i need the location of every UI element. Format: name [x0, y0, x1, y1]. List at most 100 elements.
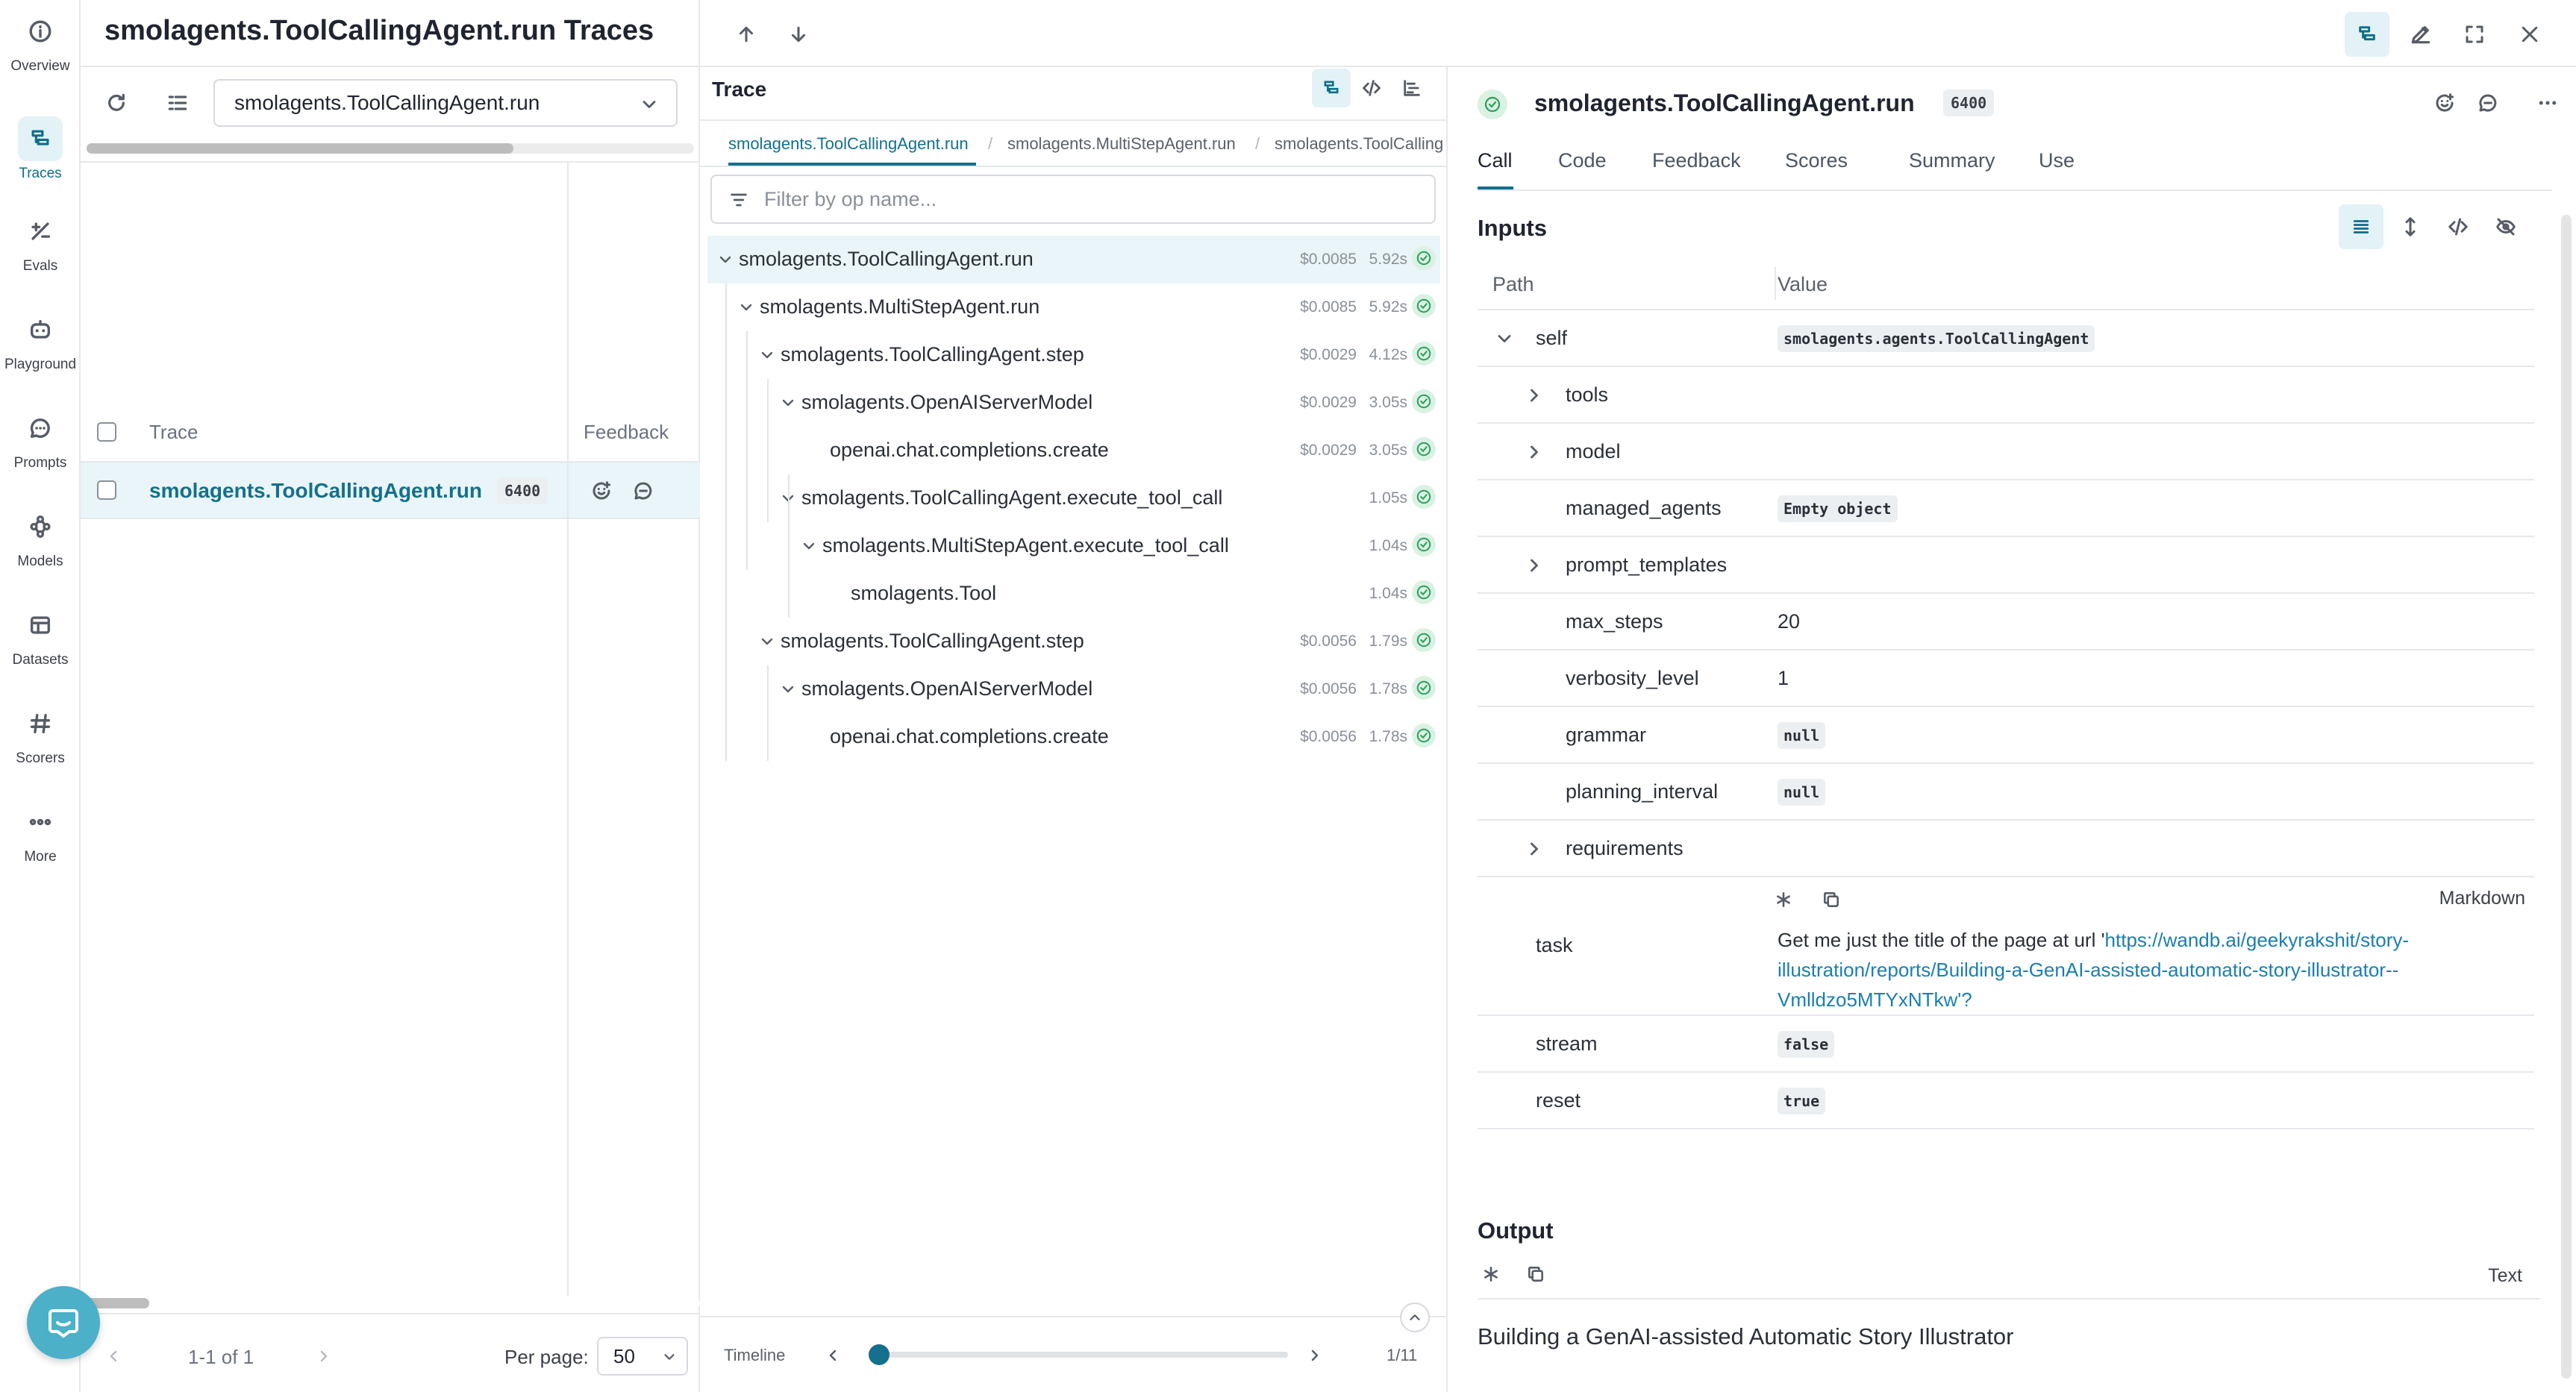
- hide-values-button[interactable]: [2483, 204, 2528, 249]
- input-row-prompt-templates[interactable]: prompt_templates: [1478, 537, 2534, 594]
- input-row-tools[interactable]: tools: [1478, 367, 2534, 424]
- chevron-down-icon[interactable]: [758, 346, 776, 364]
- chevron-right-icon[interactable]: [1524, 442, 1545, 463]
- input-row-managed-agents[interactable]: managed_agents Empty object: [1478, 480, 2534, 537]
- top-scrollbar-thumb[interactable]: [87, 143, 513, 154]
- nav-more[interactable]: More: [0, 791, 81, 874]
- chevron-down-icon[interactable]: [779, 680, 797, 698]
- timeline-slider-track[interactable]: [879, 1352, 1288, 1358]
- row-checkbox[interactable]: [97, 480, 116, 500]
- tab-scores[interactable]: Scores: [1785, 149, 1848, 172]
- chevron-right-icon[interactable]: [1524, 838, 1545, 859]
- input-row-model[interactable]: model: [1478, 424, 2534, 480]
- next-page-button[interactable]: [307, 1337, 340, 1376]
- expand-all-button[interactable]: [2388, 204, 2433, 249]
- add-reaction-button[interactable]: [581, 470, 622, 512]
- copy-button[interactable]: [1521, 1259, 1551, 1289]
- unwrap-button[interactable]: [1476, 1259, 1506, 1289]
- code-view-button[interactable]: [1352, 69, 1391, 107]
- breadcrumb-item[interactable]: smolagents.MultiStepAgent.run: [1007, 134, 1236, 154]
- chevron-down-icon[interactable]: [800, 537, 818, 555]
- nav-scorers[interactable]: Scorers: [0, 692, 81, 776]
- select-all-checkbox[interactable]: [97, 422, 116, 442]
- timeline-collapse-button[interactable]: [1400, 1302, 1430, 1332]
- bottom-scrollbar[interactable]: [81, 1298, 700, 1308]
- input-row-self[interactable]: self smolagents.agents.ToolCallingAgent: [1478, 310, 2534, 367]
- tab-use[interactable]: Use: [2039, 149, 2075, 172]
- close-button[interactable]: [2507, 12, 2552, 57]
- task-url-line-2[interactable]: illustration/reports/Building-a-GenAI-as…: [1778, 959, 2398, 981]
- breadcrumb-item[interactable]: smolagents.ToolCallingAgent.run: [728, 134, 969, 154]
- trace-tree-node[interactable]: smolagents.ToolCallingAgent.step$0.00294…: [707, 331, 1440, 379]
- nav-overview[interactable]: Overview: [0, 0, 81, 84]
- timeline-view-button[interactable]: [1392, 69, 1431, 107]
- trace-tree-node[interactable]: smolagents.OpenAIServerModel$0.00293.05s: [707, 379, 1440, 427]
- trace-tree-node[interactable]: openai.chat.completions.create$0.00561.7…: [707, 713, 1440, 761]
- fullscreen-button[interactable]: [2452, 12, 2497, 57]
- nav-datasets[interactable]: Datasets: [0, 594, 81, 677]
- tab-feedback[interactable]: Feedback: [1652, 149, 1741, 172]
- tab-summary[interactable]: Summary: [1909, 149, 1995, 172]
- unwrap-button[interactable]: [1769, 885, 1798, 915]
- more-options-button[interactable]: [2528, 84, 2567, 122]
- input-row-stream[interactable]: stream false: [1478, 1016, 2534, 1073]
- refresh-button[interactable]: [96, 82, 137, 124]
- trace-tree-node[interactable]: smolagents.ToolCallingAgent.execute_tool…: [707, 474, 1440, 522]
- chevron-right-icon[interactable]: [1524, 385, 1545, 406]
- trace-tree-node[interactable]: smolagents.MultiStepAgent.execute_tool_c…: [707, 522, 1440, 570]
- chevron-right-icon[interactable]: [1524, 555, 1545, 576]
- trace-tree-node[interactable]: openai.chat.completions.create$0.00293.0…: [707, 427, 1440, 474]
- chevron-down-icon[interactable]: [737, 298, 755, 316]
- add-comment-button[interactable]: [2469, 84, 2507, 122]
- trace-name-link[interactable]: smolagents.ToolCallingAgent.run: [149, 479, 482, 503]
- tab-call[interactable]: Call: [1478, 149, 1513, 172]
- timeline-slider-thumb[interactable]: [869, 1344, 890, 1365]
- table-view-button[interactable]: [2339, 204, 2383, 249]
- timeline-prev-button[interactable]: [816, 1337, 849, 1374]
- add-comment-button[interactable]: [622, 470, 664, 512]
- chevron-down-icon[interactable]: [779, 394, 797, 412]
- trace-tree-node[interactable]: smolagents.OpenAIServerModel$0.00561.78s: [707, 665, 1440, 713]
- op-select[interactable]: smolagents.ToolCallingAgent.run: [213, 79, 678, 127]
- trace-tree-node[interactable]: smolagents.MultiStepAgent.run$0.00855.92…: [707, 283, 1440, 331]
- previous-trace-button[interactable]: [724, 12, 769, 57]
- nav-playground[interactable]: Playground: [0, 298, 81, 382]
- tab-code[interactable]: Code: [1558, 149, 1607, 172]
- next-trace-button[interactable]: [776, 12, 821, 57]
- columns-button[interactable]: [157, 82, 198, 124]
- task-url-line-1[interactable]: https://wandb.ai/geekyrakshit/story-: [2105, 929, 2410, 951]
- tree-view-button[interactable]: [1312, 69, 1351, 107]
- breadcrumb-item[interactable]: smolagents.ToolCalling: [1275, 134, 1443, 154]
- input-row-reset[interactable]: reset true: [1478, 1073, 2534, 1129]
- input-row-task[interactable]: task Markdown Get me just the title of t…: [1478, 877, 2534, 1016]
- detail-scrollbar[interactable]: [2561, 215, 2572, 1379]
- op-filter-input[interactable]: Filter by op name...: [710, 175, 1436, 224]
- timeline-next-button[interactable]: [1298, 1337, 1331, 1374]
- nav-traces[interactable]: Traces: [0, 107, 81, 191]
- input-row-grammar[interactable]: grammar null: [1478, 707, 2534, 764]
- input-row-planning-interval[interactable]: planning_interval null: [1478, 764, 2534, 821]
- edit-button[interactable]: [2398, 12, 2443, 57]
- per-page-select[interactable]: 50: [597, 1337, 688, 1376]
- chevron-down-icon[interactable]: [1494, 328, 1515, 349]
- json-view-button[interactable]: [2436, 204, 2480, 249]
- nav-evals[interactable]: Evals: [0, 200, 81, 283]
- trace-tree-node[interactable]: smolagents.Tool1.04s: [707, 570, 1440, 618]
- trace-view-toggle[interactable]: [2345, 12, 2389, 57]
- trace-tree-node[interactable]: smolagents.ToolCallingAgent.run$0.00855.…: [707, 236, 1440, 283]
- input-row-requirements[interactable]: requirements: [1478, 821, 2534, 877]
- support-chat-button[interactable]: [27, 1286, 100, 1359]
- input-row-verbosity-level[interactable]: verbosity_level 1: [1478, 650, 2534, 707]
- table-row[interactable]: smolagents.ToolCallingAgent.run 6400: [81, 461, 700, 519]
- task-url-line-3[interactable]: Vmlldzo5MTYxNTkw: [1778, 988, 1957, 1011]
- prev-page-button[interactable]: [97, 1337, 130, 1376]
- copy-button[interactable]: [1816, 885, 1846, 915]
- output-heading: Output: [1478, 1217, 1554, 1244]
- nav-prompts[interactable]: Prompts: [0, 397, 81, 480]
- nav-models[interactable]: Models: [0, 495, 81, 579]
- input-row-max-steps[interactable]: max_steps 20: [1478, 594, 2534, 650]
- chevron-down-icon[interactable]: [716, 251, 734, 269]
- add-reaction-button[interactable]: [2425, 84, 2464, 122]
- chevron-down-icon[interactable]: [758, 633, 776, 650]
- trace-tree-node[interactable]: smolagents.ToolCallingAgent.step$0.00561…: [707, 618, 1440, 665]
